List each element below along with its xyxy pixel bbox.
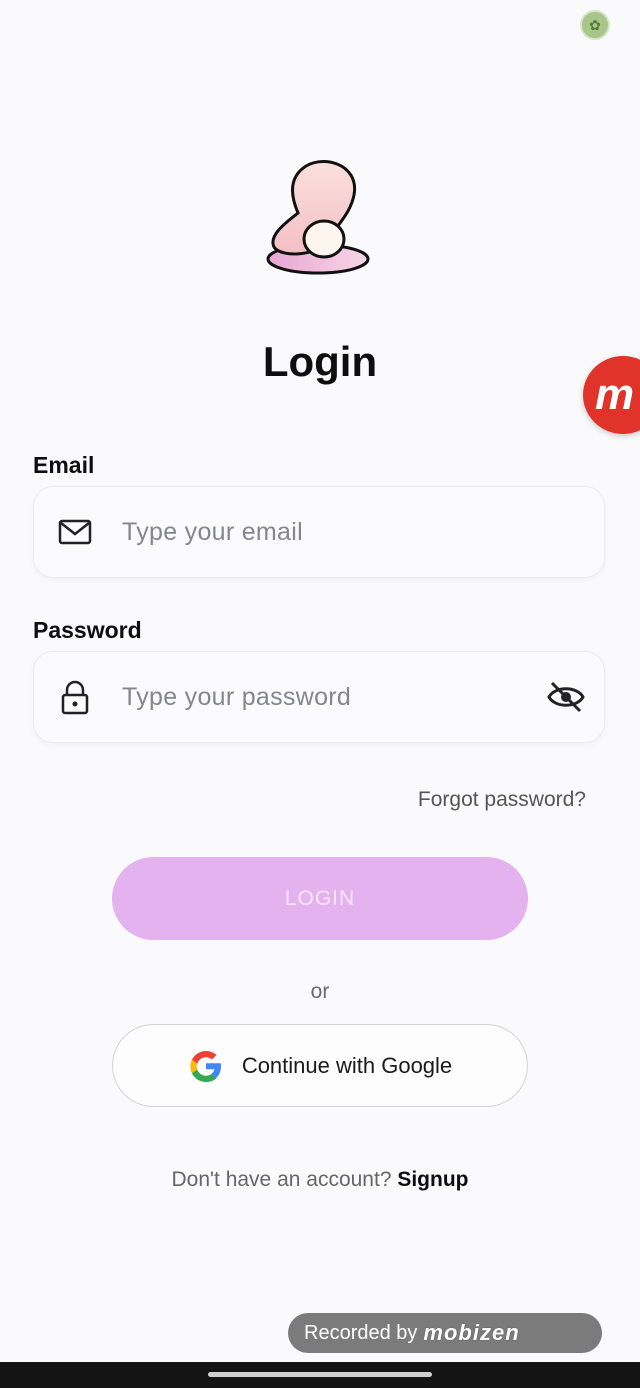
- login-button[interactable]: LOGIN: [112, 857, 528, 940]
- password-placeholder: Type your password: [122, 682, 352, 711]
- app-logo-icon: [266, 160, 370, 275]
- google-signin-button[interactable]: Continue with Google: [112, 1024, 528, 1107]
- mobizen-glyph: m: [595, 370, 635, 419]
- forgot-password-link[interactable]: Forgot password?: [418, 788, 586, 812]
- email-label: Email: [33, 452, 95, 478]
- home-indicator[interactable]: [208, 1372, 432, 1377]
- signup-row: Don't have an account? Signup: [0, 1168, 640, 1192]
- email-field[interactable]: Type your email: [33, 486, 605, 578]
- google-icon: [190, 1050, 221, 1082]
- recorded-by-watermark: Recorded by mobizen: [288, 1313, 602, 1353]
- recorded-by-text: Recorded by: [304, 1321, 418, 1344]
- lock-icon: [61, 680, 89, 715]
- mobizen-brand-logo: mobizen: [423, 1320, 520, 1345]
- google-button-label: Continue with Google: [241, 1052, 453, 1078]
- mail-icon: [58, 519, 92, 545]
- or-divider-text: or: [310, 980, 330, 1003]
- email-placeholder: Type your email: [122, 517, 303, 546]
- password-field[interactable]: Type your password: [33, 651, 605, 743]
- system-nav-bar: [0, 1362, 640, 1388]
- signup-link[interactable]: Signup: [397, 1168, 468, 1191]
- eye-off-icon[interactable]: [546, 677, 586, 717]
- password-label: Password: [33, 617, 142, 643]
- status-avatar: ✿: [580, 10, 610, 40]
- page-title: Login: [262, 338, 378, 385]
- signup-prompt: Don't have an account?: [171, 1168, 392, 1191]
